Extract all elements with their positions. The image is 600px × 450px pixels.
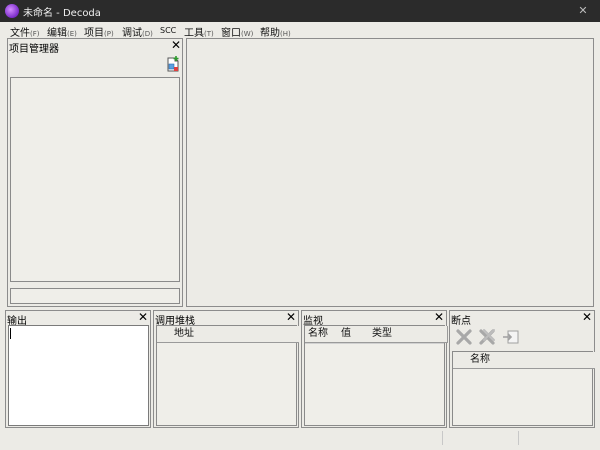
- window-title: 未命名 - Decoda: [23, 8, 101, 19]
- watch-col-name[interactable]: 名称: [305, 326, 342, 343]
- menu-window[interactable]: 窗口(W): [221, 24, 253, 39]
- menu-help[interactable]: 帮助(H): [260, 24, 291, 39]
- status-bar: [0, 428, 600, 450]
- call-stack-close-icon[interactable]: ✕: [286, 310, 296, 324]
- menu-file-accel: (F): [30, 30, 40, 38]
- output-close-icon[interactable]: ✕: [138, 310, 148, 324]
- menu-help-accel: (H): [280, 30, 291, 38]
- goto-breakpoint-button[interactable]: [501, 327, 521, 347]
- delete-all-icon: [479, 329, 495, 345]
- breakpoints-list[interactable]: 名称: [452, 351, 595, 426]
- delete-all-breakpoints-button[interactable]: [477, 327, 497, 347]
- call-stack-panel: 调用堆栈 ✕ 地址: [153, 310, 299, 428]
- call-stack-col-marker[interactable]: [157, 326, 172, 343]
- status-divider: [442, 431, 443, 445]
- project-manager-close-icon[interactable]: ✕: [171, 38, 181, 52]
- watch-col-value[interactable]: 值: [338, 326, 373, 343]
- delete-icon: [456, 329, 472, 345]
- main-client-area: 文件(F) 编辑(E) 项目(P) 调试(D) SCC 工具(T) 窗口(W) …: [0, 22, 600, 450]
- breakpoints-close-icon[interactable]: ✕: [582, 310, 592, 324]
- status-divider: [518, 431, 519, 445]
- watch-col-type[interactable]: 类型: [369, 326, 448, 343]
- menu-tools-accel: (T): [204, 30, 214, 38]
- menu-debug-accel: (D): [142, 30, 153, 38]
- menu-debug[interactable]: 调试(D): [122, 24, 153, 39]
- output-text-area[interactable]: [8, 325, 149, 426]
- project-manager-title: 项目管理器: [9, 44, 59, 55]
- menu-edit[interactable]: 编辑(E): [47, 24, 77, 39]
- menu-scc-label: SCC: [160, 26, 177, 35]
- breakpoints-panel: 断点 ✕ 名称: [449, 310, 595, 428]
- project-manager-panel: 项目管理器 ✕: [7, 38, 183, 307]
- breakpoints-title: 断点: [451, 316, 471, 327]
- watch-close-icon[interactable]: ✕: [434, 310, 444, 324]
- breakpoints-col-marker[interactable]: [453, 352, 468, 369]
- breakpoints-col-name[interactable]: 名称: [467, 352, 595, 369]
- output-panel: 输出 ✕: [5, 310, 151, 428]
- text-cursor: [10, 328, 11, 339]
- menu-project-accel: (P): [104, 30, 114, 38]
- watch-panel: 监视 ✕ 名称 值 类型: [301, 310, 448, 428]
- menu-window-accel: (W): [241, 30, 254, 38]
- project-tree[interactable]: [10, 77, 180, 282]
- watch-list[interactable]: 名称 值 类型: [304, 325, 448, 426]
- add-file-button[interactable]: [164, 55, 184, 75]
- window-close-icon[interactable]: ✕: [574, 2, 592, 20]
- menu-file[interactable]: 文件(F): [10, 24, 40, 39]
- decoda-app-icon: [5, 4, 19, 18]
- menu-scc[interactable]: SCC: [160, 26, 176, 35]
- menu-bar: 文件(F) 编辑(E) 项目(P) 调试(D) SCC 工具(T) 窗口(W) …: [0, 22, 600, 39]
- goto-source-icon: [503, 330, 519, 344]
- new-file-icon: [167, 56, 179, 72]
- call-stack-col-address[interactable]: 地址: [171, 326, 299, 343]
- menu-edit-accel: (E): [67, 30, 77, 38]
- delete-breakpoint-button[interactable]: [454, 327, 474, 347]
- watch-row-divider: [305, 343, 444, 344]
- window-titlebar[interactable]: 未命名 - Decoda ✕: [0, 0, 600, 22]
- menu-tools[interactable]: 工具(T): [184, 24, 214, 39]
- project-filter-field[interactable]: [10, 288, 180, 304]
- menu-project[interactable]: 项目(P): [84, 24, 114, 39]
- editor-area[interactable]: [186, 38, 594, 307]
- call-stack-list[interactable]: 地址: [156, 325, 299, 426]
